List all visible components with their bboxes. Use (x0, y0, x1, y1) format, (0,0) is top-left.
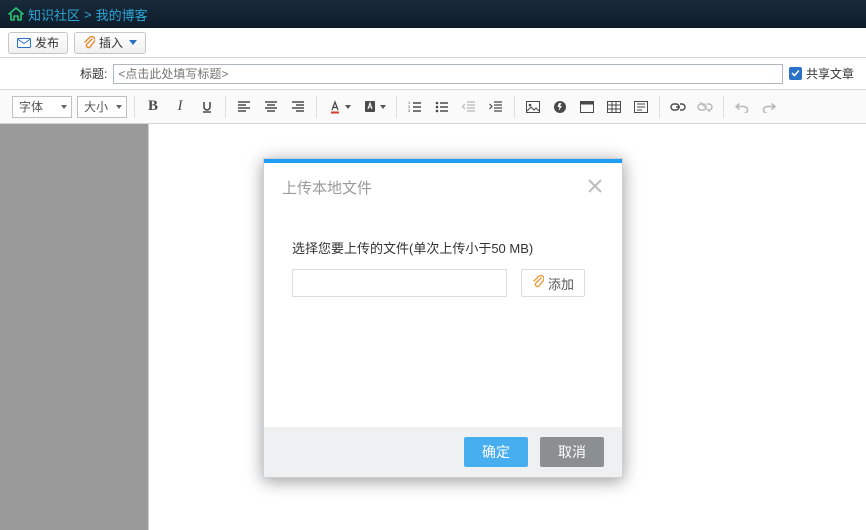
share-checkbox[interactable]: 共享文章 (789, 65, 854, 82)
breadcrumb-current[interactable]: 我的博客 (96, 5, 148, 24)
attachment-icon (83, 36, 95, 50)
mail-icon (17, 38, 31, 48)
attachment-button[interactable] (576, 96, 598, 118)
action-bar: 发布 插入 (0, 28, 866, 58)
separator (723, 96, 724, 118)
redo-button[interactable] (758, 96, 780, 118)
size-select[interactable]: 大小 (77, 96, 127, 118)
undo-button[interactable] (731, 96, 753, 118)
add-file-button[interactable]: 添加 (521, 269, 585, 297)
table-button[interactable] (603, 96, 625, 118)
modal-footer: 确定 取消 (264, 427, 622, 477)
title-row: 标题: 共享文章 (0, 58, 866, 90)
title-label: 标题: (80, 65, 107, 82)
unlink-button[interactable] (694, 96, 716, 118)
editor-toolbar: 字体 大小 B I 123 (0, 90, 866, 124)
upload-description: 选择您要上传的文件(单次上传小于50 MB) (292, 238, 594, 257)
close-icon (586, 177, 604, 195)
separator (225, 96, 226, 118)
code-button[interactable] (630, 96, 652, 118)
breadcrumb-root[interactable]: 知识社区 (28, 5, 80, 24)
upload-row: 添加 (292, 269, 594, 297)
insert-label: 插入 (99, 34, 123, 51)
separator (514, 96, 515, 118)
link-button[interactable] (667, 96, 689, 118)
modal-title: 上传本地文件 (282, 177, 372, 198)
checkbox-checked-icon (789, 67, 802, 80)
bold-button[interactable]: B (142, 96, 164, 118)
outdent-button[interactable] (458, 96, 480, 118)
publish-button[interactable]: 发布 (8, 32, 68, 54)
align-right-button[interactable] (287, 96, 309, 118)
svg-text:3: 3 (408, 108, 411, 113)
home-icon (8, 7, 24, 21)
chevron-down-icon (380, 105, 386, 109)
attachment-icon (532, 275, 544, 292)
separator (134, 96, 135, 118)
chevron-down-icon (345, 105, 351, 109)
image-button[interactable] (522, 96, 544, 118)
close-button[interactable] (586, 177, 604, 198)
separator (659, 96, 660, 118)
ordered-list-button[interactable]: 123 (404, 96, 426, 118)
cancel-button[interactable]: 取消 (540, 437, 604, 467)
modal-body: 选择您要上传的文件(单次上传小于50 MB) 添加 (264, 208, 622, 427)
separator (396, 96, 397, 118)
align-left-button[interactable] (233, 96, 255, 118)
insert-button[interactable]: 插入 (74, 32, 146, 54)
modal-header: 上传本地文件 (264, 163, 622, 208)
breadcrumb-sep: > (84, 7, 92, 22)
chevron-down-icon (61, 105, 67, 109)
chevron-down-icon (116, 105, 122, 109)
size-select-label: 大小 (84, 98, 108, 115)
font-select[interactable]: 字体 (12, 96, 72, 118)
title-input[interactable] (113, 64, 783, 84)
breadcrumb-bar: 知识社区 > 我的博客 (0, 0, 866, 28)
chevron-down-icon (129, 40, 137, 45)
add-file-label: 添加 (548, 274, 574, 293)
bg-color-button[interactable] (359, 96, 389, 118)
publish-label: 发布 (35, 34, 59, 51)
italic-button[interactable]: I (169, 96, 191, 118)
share-label: 共享文章 (806, 65, 854, 82)
underline-button[interactable] (196, 96, 218, 118)
upload-modal: 上传本地文件 选择您要上传的文件(单次上传小于50 MB) 添加 确定 取消 (263, 158, 623, 478)
indent-button[interactable] (485, 96, 507, 118)
separator (316, 96, 317, 118)
flash-button[interactable] (549, 96, 571, 118)
unordered-list-button[interactable] (431, 96, 453, 118)
font-select-label: 字体 (19, 98, 43, 115)
file-path-input[interactable] (292, 269, 507, 297)
align-center-button[interactable] (260, 96, 282, 118)
ok-button[interactable]: 确定 (464, 437, 528, 467)
font-color-button[interactable] (324, 96, 354, 118)
